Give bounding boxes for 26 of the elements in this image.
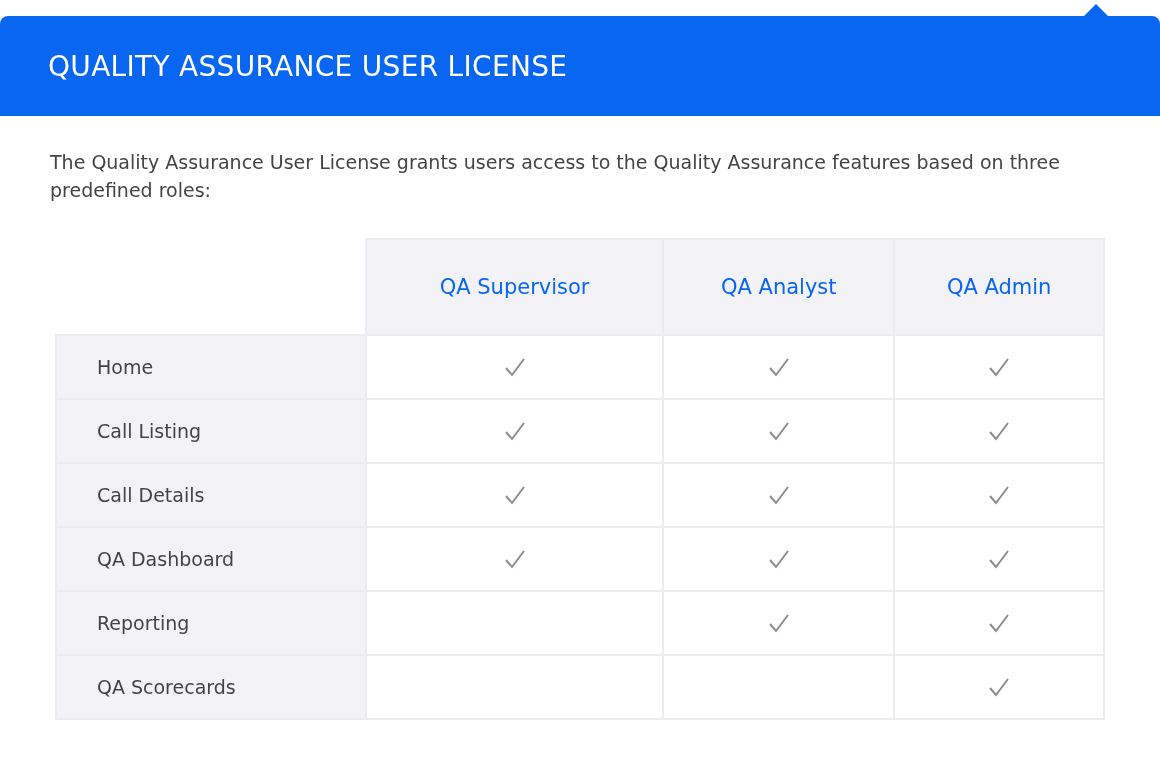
check-icon: [767, 357, 790, 378]
check-icon: [988, 613, 1011, 634]
check-icon: [988, 485, 1011, 506]
description-text: The Quality Assurance User License grants users access to the Quality Assurance features based on three predefined roles:: [50, 150, 1060, 203]
check-icon: [988, 357, 1011, 378]
card-title: QUALITY ASSURANCE USER LICENSE: [48, 49, 568, 83]
column-header: QA Analyst: [663, 239, 895, 335]
check-icon: [988, 677, 1011, 698]
feature-cell: Call Details: [56, 463, 366, 527]
feature-cell: QA Dashboard: [56, 527, 366, 591]
feature-cell: Home: [56, 335, 366, 399]
check-icon: [503, 485, 526, 506]
check-icon: [503, 421, 526, 442]
check-icon: [503, 549, 526, 570]
check-icon: [767, 613, 790, 634]
feature-cell: Call Listing: [56, 399, 366, 463]
check-icon: [767, 485, 790, 506]
column-header: QA Admin: [894, 239, 1104, 335]
check-icon: [503, 357, 526, 378]
check-icon: [767, 549, 790, 570]
feature-cell: Reporting: [56, 591, 366, 655]
check-icon: [988, 421, 1011, 442]
feature-cell: QA Scorecards: [56, 655, 366, 719]
check-icon: [767, 421, 790, 442]
column-header: QA Supervisor: [366, 239, 664, 335]
check-icon: [988, 549, 1011, 570]
